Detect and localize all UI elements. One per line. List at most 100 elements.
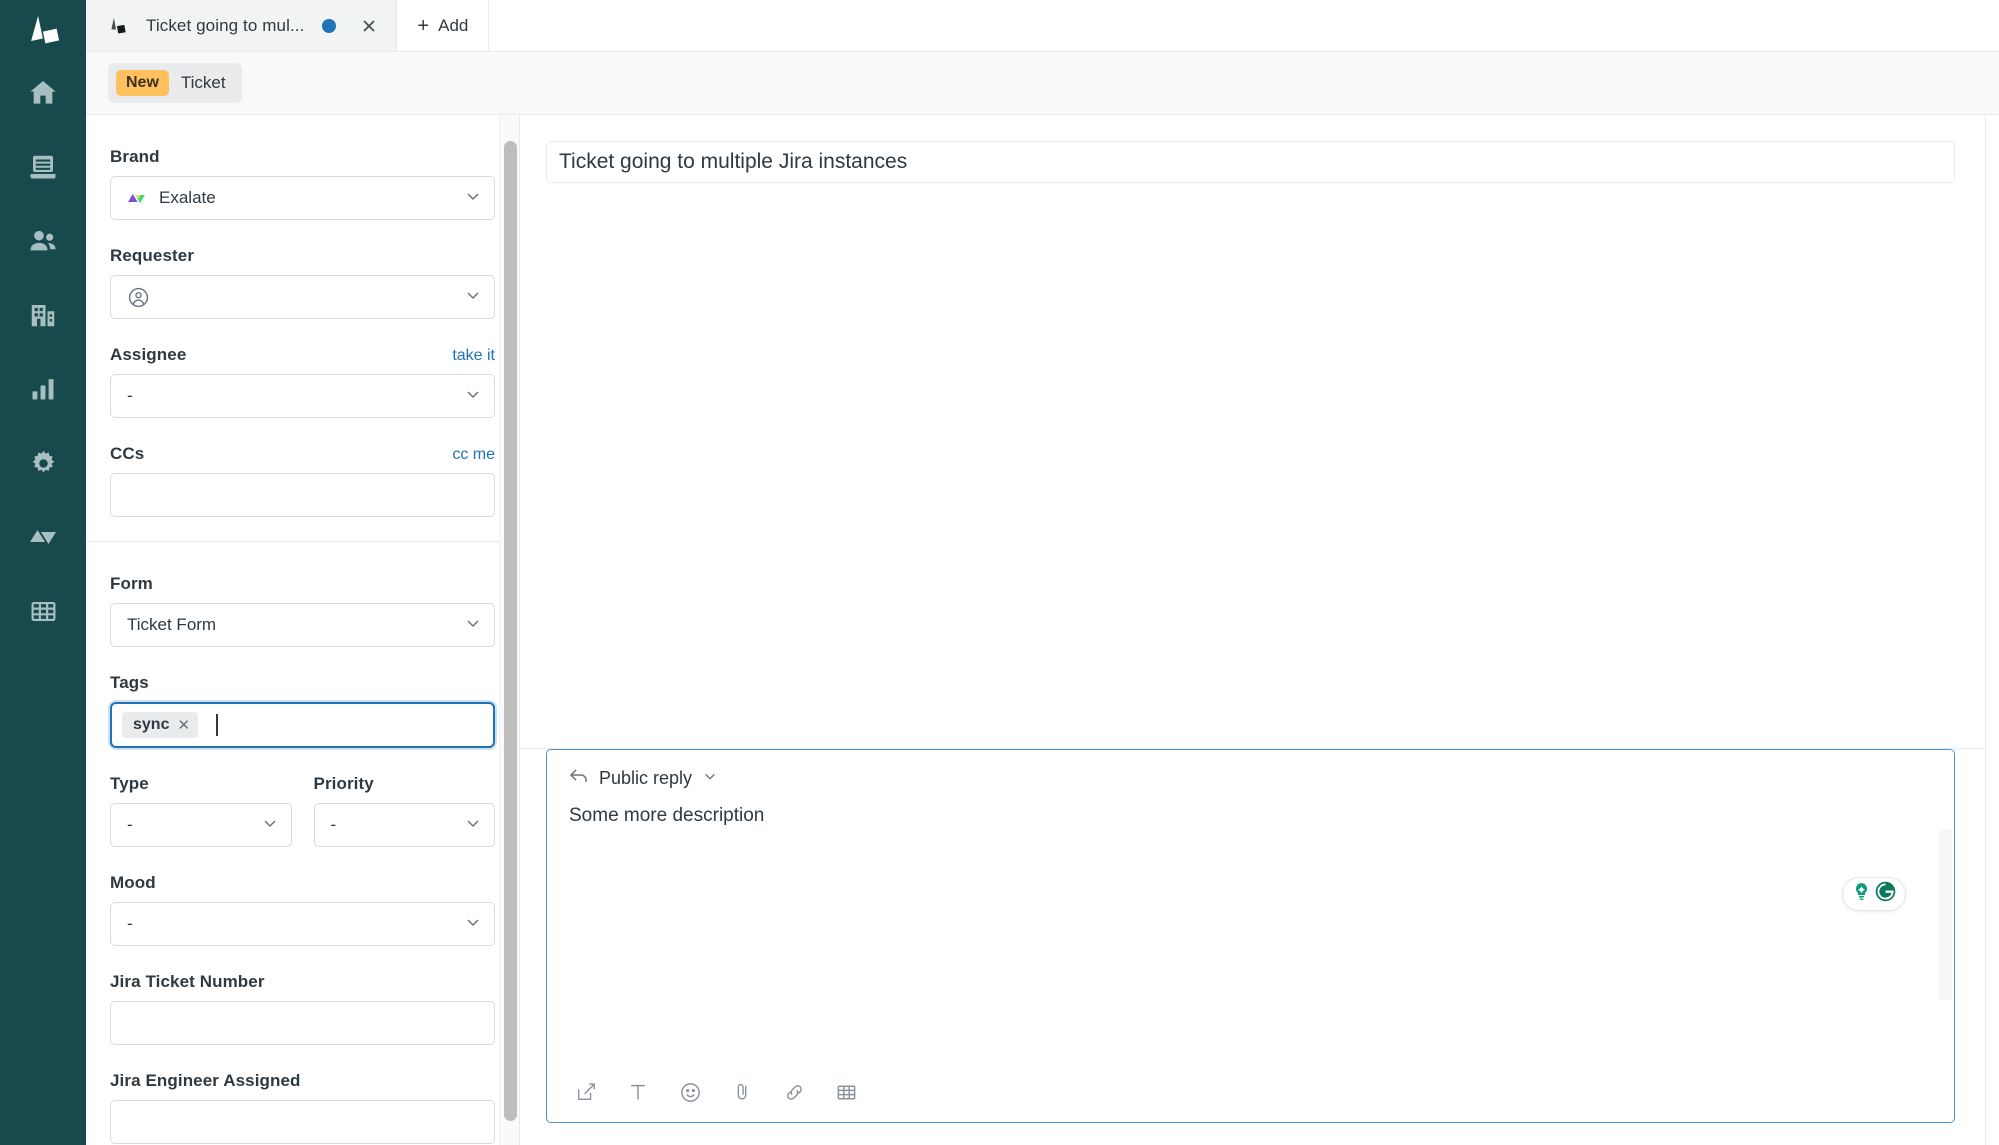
field-jira-ticket-number-label: Jira Ticket Number	[110, 972, 265, 992]
tab-ticket[interactable]: Ticket going to mul...	[86, 0, 397, 51]
field-jira-engineer-assigned-label: Jira Engineer Assigned	[110, 1071, 301, 1091]
take-it-link[interactable]: take it	[452, 347, 495, 365]
jira-engineer-assigned-input[interactable]	[110, 1100, 495, 1144]
field-mood-label: Mood	[110, 873, 156, 893]
conversation-feed	[520, 183, 1985, 749]
grammarly-widget[interactable]	[1842, 877, 1906, 911]
sidebar-item-admin[interactable]	[0, 426, 86, 500]
field-assignee: Assignee take it -	[110, 343, 495, 418]
sidebar-item-reporting[interactable]	[0, 352, 86, 426]
tag-chip-label: sync	[133, 716, 169, 734]
field-assignee-label: Assignee	[110, 345, 186, 365]
field-type: Type -	[110, 772, 292, 847]
compose-expand-icon[interactable]	[571, 1077, 601, 1107]
table-icon[interactable]	[831, 1077, 861, 1107]
ticket-main-pane: Public reply Some more description	[520, 115, 1985, 1145]
field-form-label: Form	[110, 574, 153, 594]
reporting-icon	[29, 375, 57, 403]
composer-scrollbar[interactable]	[1938, 829, 1952, 1000]
field-tags: Tags sync ✕	[110, 671, 495, 748]
close-icon[interactable]	[358, 15, 380, 37]
assignee-select-value: -	[127, 386, 464, 406]
grammarly-suggestion-icon[interactable]	[1851, 881, 1872, 907]
user-avatar-icon	[127, 286, 150, 309]
subject-wrap	[520, 115, 1985, 183]
gear-icon	[29, 449, 58, 478]
type-select[interactable]: -	[110, 803, 292, 847]
mood-select[interactable]: -	[110, 902, 495, 946]
brand-select[interactable]: Exalate	[110, 176, 495, 220]
field-mood-head: Mood	[110, 871, 495, 893]
field-type-label: Type	[110, 774, 149, 794]
field-priority-head: Priority	[314, 772, 496, 794]
attachment-icon[interactable]	[727, 1077, 757, 1107]
field-brand-label: Brand	[110, 147, 160, 167]
sidebar-item-organizations[interactable]	[0, 278, 86, 352]
status-badge: New	[116, 70, 169, 97]
chevron-down-icon	[464, 814, 482, 837]
assignee-select[interactable]: -	[110, 374, 495, 418]
field-jira-engineer-assigned-head: Jira Engineer Assigned	[110, 1069, 495, 1091]
reply-text-area[interactable]: Some more description	[547, 789, 1954, 1062]
field-requester-label: Requester	[110, 246, 194, 266]
field-jira-engineer-assigned: Jira Engineer Assigned	[110, 1069, 495, 1144]
properties-group-primary: Brand Exalate	[86, 145, 519, 517]
organizations-icon	[28, 300, 58, 330]
cc-me-link[interactable]: cc me	[452, 446, 495, 464]
brand-select-value: Exalate	[159, 188, 464, 208]
chevron-down-icon	[464, 187, 482, 210]
exalate-icon	[28, 525, 58, 549]
field-type-head: Type	[110, 772, 292, 794]
field-form: Form Ticket Form	[110, 572, 495, 647]
properties-scrollbar[interactable]	[499, 115, 519, 1145]
tag-chip[interactable]: sync ✕	[122, 712, 198, 738]
field-brand-head: Brand	[110, 145, 495, 167]
ticket-body: Brand Exalate	[86, 114, 1999, 1145]
properties-group-secondary: Form Ticket Form	[86, 572, 519, 1144]
emoji-icon[interactable]	[675, 1077, 705, 1107]
properties-divider	[86, 541, 519, 542]
tab-unsaved-indicator	[322, 19, 336, 33]
chevron-down-icon	[464, 286, 482, 309]
zendesk-logo-icon[interactable]	[0, 2, 86, 56]
jira-ticket-number-input[interactable]	[110, 1001, 495, 1045]
channel-selector[interactable]: Public reply	[547, 750, 1954, 789]
composer-wrap: Public reply Some more description	[520, 749, 1985, 1145]
reply-arrow-icon	[569, 768, 589, 789]
sidebar-item-explore[interactable]	[0, 574, 86, 648]
add-tab-button[interactable]: + Add	[397, 0, 489, 51]
ccs-input[interactable]	[110, 473, 495, 517]
grammarly-logo-icon[interactable]	[1874, 880, 1897, 908]
ticket-properties-scroll: Brand Exalate	[86, 115, 519, 1144]
ticket-icon	[104, 17, 132, 35]
tab-label: Ticket going to mul...	[146, 16, 304, 36]
exalate-brand-icon	[127, 191, 146, 206]
subject-input[interactable]	[546, 141, 1955, 183]
tags-input[interactable]: sync ✕	[110, 702, 495, 748]
status-pill[interactable]: New Ticket	[108, 63, 242, 103]
sidebar-item-home[interactable]	[0, 56, 86, 130]
chevron-down-icon	[464, 913, 482, 936]
requester-select[interactable]	[110, 275, 495, 319]
chevron-down-icon	[261, 814, 279, 837]
field-ccs: CCs cc me	[110, 442, 495, 517]
sidebar-item-customers[interactable]	[0, 204, 86, 278]
sidebar-item-exalate[interactable]	[0, 500, 86, 574]
chevron-down-icon	[464, 614, 482, 637]
field-form-head: Form	[110, 572, 495, 594]
link-icon[interactable]	[779, 1077, 809, 1107]
form-select[interactable]: Ticket Form	[110, 603, 495, 647]
priority-select[interactable]: -	[314, 803, 496, 847]
type-select-value: -	[127, 815, 261, 835]
close-icon[interactable]: ✕	[177, 716, 190, 734]
composer-toolbar	[547, 1062, 1954, 1122]
form-select-value: Ticket Form	[127, 615, 464, 635]
properties-scrollbar-thumb[interactable]	[504, 141, 517, 1121]
field-requester-head: Requester	[110, 244, 495, 266]
text-format-icon[interactable]	[623, 1077, 653, 1107]
field-requester: Requester	[110, 244, 495, 319]
primary-nav-rail	[0, 0, 86, 1145]
field-jira-ticket-number-head: Jira Ticket Number	[110, 970, 495, 992]
sidebar-item-views[interactable]	[0, 130, 86, 204]
views-icon	[28, 152, 58, 182]
